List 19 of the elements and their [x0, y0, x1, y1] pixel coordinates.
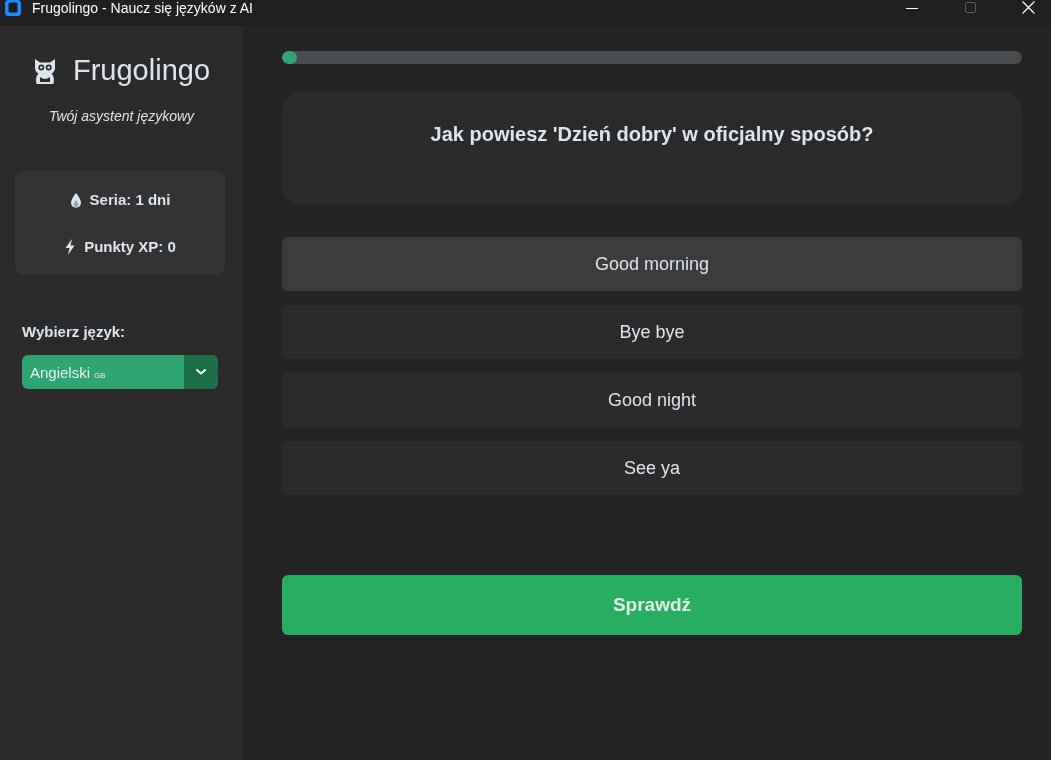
maximize-icon: [964, 1, 976, 13]
lightning-bolt-icon: [64, 239, 77, 255]
answer-option[interactable]: Good morning: [282, 237, 1022, 291]
window-title: Frugolingo - Naucz się języków z AI: [32, 0, 253, 17]
minimize-icon: [906, 7, 918, 9]
close-icon: [1021, 0, 1035, 14]
question-text: Jak powiesz 'Dzień dobry' w oficjalny sposób?: [429, 122, 875, 146]
answer-option[interactable]: Bye bye: [282, 305, 1022, 359]
stat-label: Seria: 1 dni: [89, 190, 171, 210]
language-label: Wybierz język:: [22, 322, 126, 342]
chevron-down-icon: [196, 369, 206, 375]
owl-icon: [33, 56, 57, 84]
tagline: Twój asystent językowy: [47, 108, 196, 125]
dropdown-arrow-button[interactable]: [184, 355, 218, 389]
app-name: Frugolingo: [73, 53, 210, 87]
drop-icon: [69, 192, 82, 208]
stat-label: Punkty XP: 0: [84, 237, 176, 257]
answer-option[interactable]: Good night: [282, 373, 1022, 427]
answer-option[interactable]: See ya: [282, 441, 1022, 495]
